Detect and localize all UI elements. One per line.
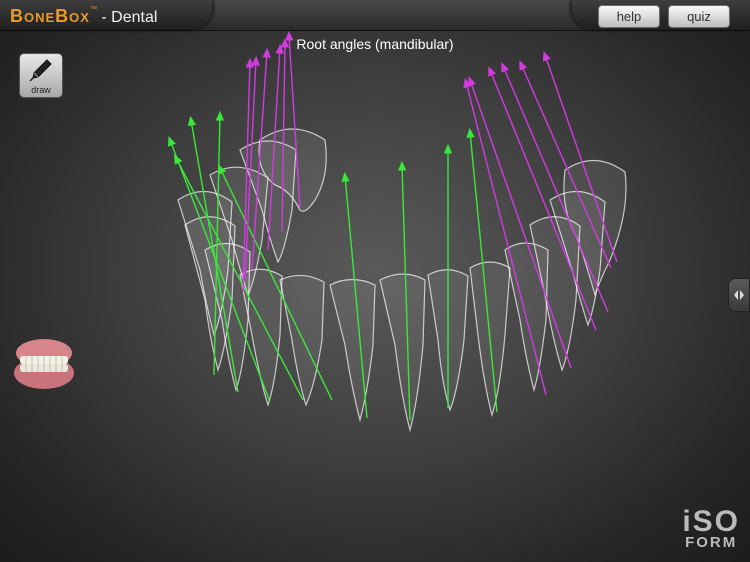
- trademark: ™: [90, 6, 97, 13]
- title-suffix: - Dental: [97, 9, 157, 26]
- quiz-button[interactable]: quiz: [668, 5, 730, 28]
- app-title: BoneBox™ - Dental: [10, 6, 157, 27]
- logo-line2: FORM: [682, 536, 740, 550]
- view-heading: Root angles (mandibular): [0, 36, 750, 52]
- tooth-root-visualization: [0, 0, 750, 562]
- draw-button[interactable]: draw: [19, 53, 63, 98]
- help-button[interactable]: help: [598, 5, 660, 28]
- title-tab: BoneBox™ - Dental: [0, 0, 212, 30]
- left-right-arrows-icon: [733, 289, 745, 301]
- jaw-model-thumbnail[interactable]: [12, 331, 76, 398]
- tooth: [330, 280, 375, 421]
- tooth: [380, 274, 425, 430]
- tooth: [280, 275, 324, 405]
- draw-label: draw: [20, 85, 62, 95]
- green-root-axes: [170, 115, 497, 420]
- brand-name: BoneBox: [10, 6, 90, 26]
- pen-icon: [29, 58, 53, 82]
- logo-line1: iSO: [682, 508, 740, 536]
- isoform-logo: iSO FORM: [682, 508, 740, 550]
- side-panel-toggle[interactable]: [728, 278, 750, 312]
- toolbar: help quiz: [572, 0, 750, 30]
